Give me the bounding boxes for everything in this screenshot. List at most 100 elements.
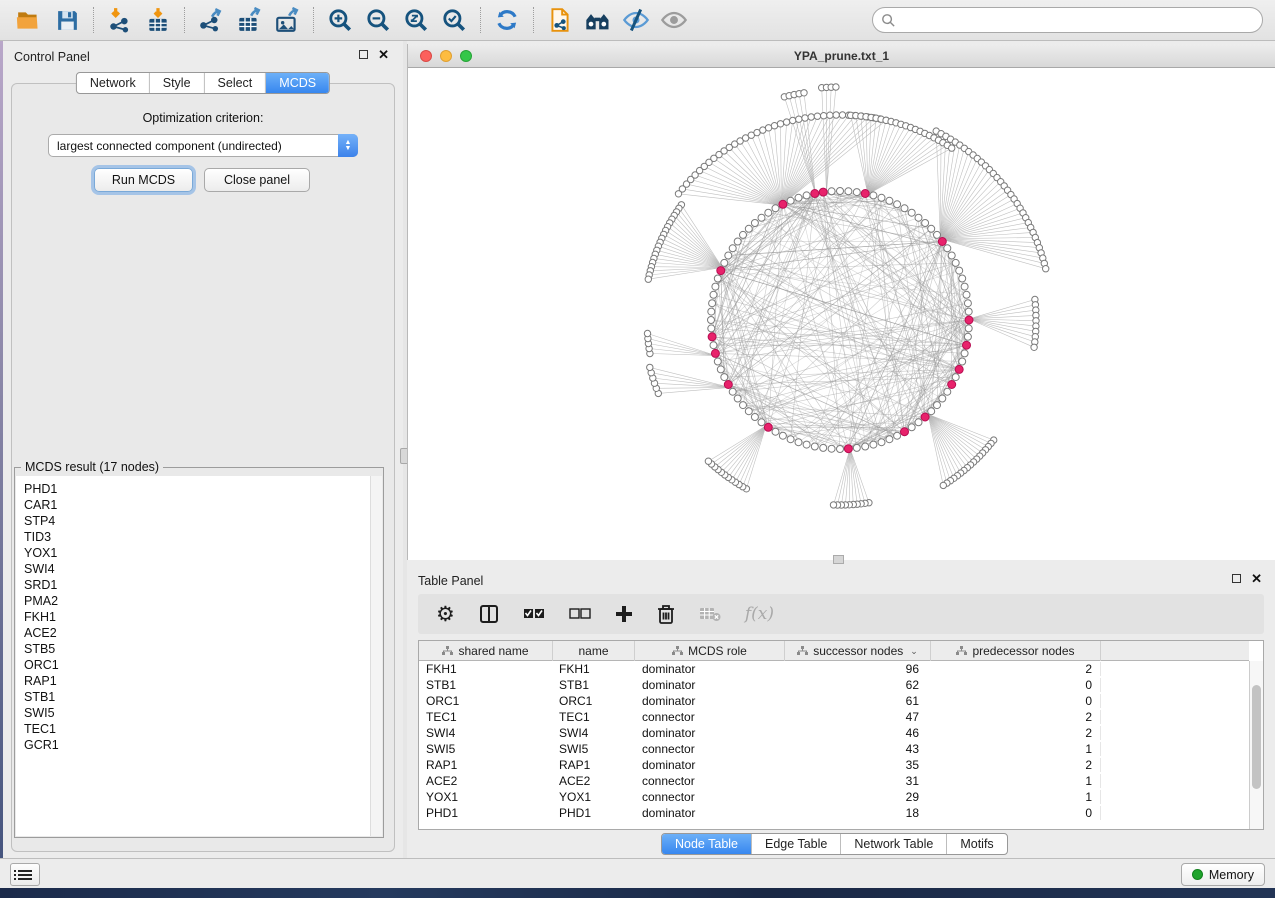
table-cell[interactable]: 0 [931, 694, 1101, 708]
show-all-icon[interactable] [655, 3, 693, 37]
network-canvas[interactable] [408, 68, 1275, 560]
table-cell[interactable]: connector [635, 710, 785, 724]
table-cell[interactable]: 2 [931, 758, 1101, 772]
export-table-icon[interactable] [230, 3, 268, 37]
table-scrollbar[interactable] [1249, 661, 1263, 829]
mcds-list-scrollbar[interactable] [370, 476, 382, 836]
scrollbar-thumb[interactable] [1252, 685, 1261, 789]
table-cell[interactable]: STB1 [553, 678, 635, 692]
mcds-result-item[interactable]: STB5 [24, 641, 382, 657]
float-window-icon[interactable] [359, 50, 368, 59]
table-cell[interactable]: dominator [635, 758, 785, 772]
table-row[interactable]: SWI4SWI4dominator462 [419, 725, 1249, 741]
table-cell[interactable]: PHD1 [553, 806, 635, 820]
close-panel-button[interactable]: Close panel [204, 168, 310, 192]
table-cell[interactable]: ACE2 [553, 774, 635, 788]
mcds-result-item[interactable]: STB1 [24, 689, 382, 705]
mcds-result-item[interactable]: RAP1 [24, 673, 382, 689]
table-cell[interactable]: 46 [785, 726, 931, 740]
table-row[interactable]: STB1STB1dominator620 [419, 677, 1249, 693]
columns-icon[interactable] [479, 602, 499, 626]
select-all-icon[interactable] [523, 602, 545, 626]
table-cell[interactable]: ACE2 [419, 774, 553, 788]
table-cell[interactable]: 96 [785, 662, 931, 676]
table-cell[interactable]: dominator [635, 662, 785, 676]
import-table-icon[interactable] [139, 3, 177, 37]
memory-button[interactable]: Memory [1181, 863, 1265, 886]
table-cell[interactable]: 2 [931, 662, 1101, 676]
table-cell[interactable]: 2 [931, 710, 1101, 724]
mcds-result-item[interactable]: TEC1 [24, 721, 382, 737]
zoom-selected-icon[interactable] [435, 3, 473, 37]
column-header-predecessor-nodes[interactable]: predecessor nodes [931, 641, 1101, 661]
table-cell[interactable]: SWI4 [553, 726, 635, 740]
open-file-icon[interactable] [10, 3, 48, 37]
network-window-titlebar[interactable]: YPA_prune.txt_1 [408, 44, 1275, 68]
deselect-all-icon[interactable] [569, 602, 591, 626]
export-image-icon[interactable] [268, 3, 306, 37]
close-panel-icon[interactable]: ✕ [1251, 574, 1262, 583]
table-row[interactable]: ACE2ACE2connector311 [419, 773, 1249, 789]
table-cell[interactable]: 35 [785, 758, 931, 772]
table-cell[interactable]: 18 [785, 806, 931, 820]
delete-column-icon[interactable] [657, 602, 675, 626]
run-mcds-button[interactable]: Run MCDS [94, 168, 193, 192]
search-input[interactable] [896, 10, 1262, 30]
table-cell[interactable]: YOX1 [419, 790, 553, 804]
mcds-result-item[interactable]: SWI4 [24, 561, 382, 577]
column-header-mcds-role[interactable]: MCDS role [635, 641, 785, 661]
gear-icon[interactable]: ⚙ [436, 602, 455, 626]
zoom-out-icon[interactable] [359, 3, 397, 37]
table-cell[interactable]: ORC1 [553, 694, 635, 708]
table-cell[interactable]: connector [635, 790, 785, 804]
mcds-result-item[interactable]: YOX1 [24, 545, 382, 561]
mcds-result-list[interactable]: PHD1CAR1STP4TID3YOX1SWI4SRD1PMA2FKH1ACE2… [16, 476, 382, 836]
table-cell[interactable]: SWI5 [553, 742, 635, 756]
tab-mcds[interactable]: MCDS [265, 73, 329, 93]
import-network-icon[interactable] [101, 3, 139, 37]
table-cell[interactable]: connector [635, 774, 785, 788]
table-cell[interactable]: SWI5 [419, 742, 553, 756]
mcds-result-item[interactable]: SRD1 [24, 577, 382, 593]
tab-network[interactable]: Network [77, 73, 149, 93]
tab-node-table[interactable]: Node Table [662, 834, 751, 854]
table-cell[interactable]: 0 [931, 806, 1101, 820]
table-cell[interactable]: FKH1 [553, 662, 635, 676]
table-cell[interactable]: 1 [931, 774, 1101, 788]
table-cell[interactable]: YOX1 [553, 790, 635, 804]
table-cell[interactable]: SWI4 [419, 726, 553, 740]
mcds-result-item[interactable]: GCR1 [24, 737, 382, 753]
table-cell[interactable]: RAP1 [419, 758, 553, 772]
float-window-icon[interactable] [1232, 574, 1241, 583]
table-cell[interactable]: TEC1 [553, 710, 635, 724]
table-cell[interactable]: 0 [931, 678, 1101, 692]
tab-motifs[interactable]: Motifs [946, 834, 1006, 854]
table-cell[interactable]: 1 [931, 790, 1101, 804]
table-row[interactable]: ORC1ORC1dominator610 [419, 693, 1249, 709]
table-cell[interactable]: STB1 [419, 678, 553, 692]
table-cell[interactable]: connector [635, 742, 785, 756]
tab-edge-table[interactable]: Edge Table [751, 834, 840, 854]
table-cell[interactable]: 47 [785, 710, 931, 724]
export-network-icon[interactable] [192, 3, 230, 37]
table-row[interactable]: RAP1RAP1dominator352 [419, 757, 1249, 773]
table-cell[interactable]: PHD1 [419, 806, 553, 820]
column-header-shared-name[interactable]: shared name [419, 641, 553, 661]
tab-style[interactable]: Style [149, 73, 204, 93]
table-cell[interactable]: dominator [635, 806, 785, 820]
column-header-name[interactable]: name [553, 641, 635, 661]
hide-selected-icon[interactable] [617, 3, 655, 37]
mcds-result-item[interactable]: ORC1 [24, 657, 382, 673]
table-cell[interactable]: FKH1 [419, 662, 553, 676]
table-cell[interactable]: RAP1 [553, 758, 635, 772]
table-cell[interactable]: dominator [635, 694, 785, 708]
table-cell[interactable]: TEC1 [419, 710, 553, 724]
mcds-result-item[interactable]: TID3 [24, 529, 382, 545]
zoom-in-icon[interactable] [321, 3, 359, 37]
table-cell[interactable]: 62 [785, 678, 931, 692]
table-row[interactable]: FKH1FKH1dominator962 [419, 661, 1249, 677]
refresh-icon[interactable] [488, 3, 526, 37]
table-cell[interactable]: 2 [931, 726, 1101, 740]
mcds-result-item[interactable]: PHD1 [24, 481, 382, 497]
mcds-result-item[interactable]: ACE2 [24, 625, 382, 641]
